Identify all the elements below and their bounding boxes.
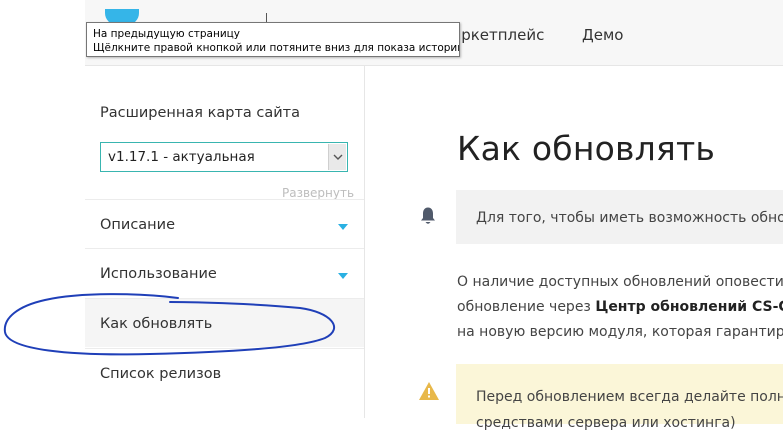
sidebar-title: Расширенная карта сайта	[100, 105, 300, 121]
sidebar-item-usage[interactable]: Использование	[85, 248, 364, 297]
warning-line-1: Перед обновлением всегда делайте полн	[476, 389, 783, 405]
info-box: Для того, чтобы иметь возможность обно	[456, 190, 783, 244]
paragraph-line-1: О наличие доступных обновлений оповести	[457, 274, 783, 290]
tooltip-hint: Щёлкните правой кнопкой или потяните вни…	[93, 42, 460, 54]
caret-down-icon[interactable]	[338, 273, 348, 279]
paragraph-line-2-text: обновление через	[457, 299, 596, 315]
page-title: Как обновлять	[457, 129, 716, 168]
sidebar-item-label: Описание	[100, 217, 175, 233]
chevron-down-icon[interactable]	[328, 144, 346, 170]
sidebar-item-label: Список релизов	[100, 366, 222, 382]
update-description: О наличие доступных обновлений оповести …	[457, 270, 783, 345]
info-text: Для того, чтобы иметь возможность обно	[476, 210, 783, 226]
version-select-value: v1.17.1 - актуальная	[108, 149, 255, 165]
left-margin	[0, 0, 85, 418]
warning-box: Перед обновлением всегда делайте полн ср…	[456, 364, 783, 431]
sidebar-item-label: Как обновлять	[100, 316, 213, 332]
sidebar-item-releases[interactable]: Список релизов	[85, 348, 364, 397]
expand-link[interactable]: Развернуть	[282, 186, 354, 200]
update-center-link[interactable]: Центр обновлений CS-C	[595, 299, 783, 315]
paragraph-line-3: на новую версию модуля, которая гарантир	[457, 324, 783, 340]
sidebar-item-label: Использование	[100, 266, 217, 282]
warning-icon	[418, 381, 440, 405]
back-button-tooltip: На предыдущую страницу Щёлкните правой к…	[86, 22, 460, 57]
main-content: Как обновлять Для того, чтобы иметь возм…	[365, 66, 783, 431]
nav-marketplace[interactable]: аркетплейс	[452, 25, 544, 45]
version-select[interactable]: v1.17.1 - актуальная	[100, 142, 348, 172]
paragraph-line-2: обновление через Центр обновлений CS-C	[457, 295, 783, 320]
nav-demo[interactable]: Демо	[582, 25, 623, 45]
tooltip-title: На предыдущую страницу	[93, 28, 240, 40]
caret-down-icon[interactable]	[338, 224, 348, 230]
warning-line-2: средствами сервера или хостинга)	[476, 415, 736, 431]
sidebar: Расширенная карта сайта v1.17.1 - актуал…	[85, 66, 365, 418]
warning-text: Перед обновлением всегда делайте полн ср…	[476, 384, 783, 436]
sidebar-item-how-to-update[interactable]: Как обновлять	[85, 298, 364, 347]
bell-icon	[419, 206, 437, 230]
sidebar-item-description[interactable]: Описание	[85, 199, 364, 248]
